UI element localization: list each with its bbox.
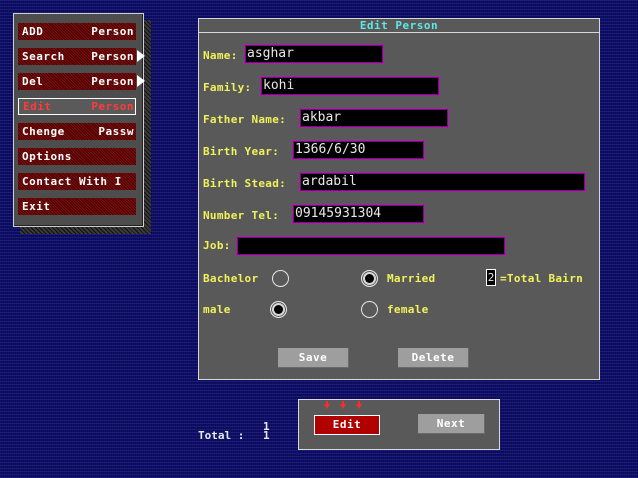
menu-item-options[interactable]: Options bbox=[18, 148, 136, 165]
birth-stead-label: Birth Stead: bbox=[203, 177, 287, 190]
married-radio[interactable] bbox=[361, 270, 378, 287]
edit-button[interactable]: Edit bbox=[314, 415, 380, 435]
menu-item-label: Options bbox=[22, 150, 72, 163]
main-menu: ADD Person Search Person Del Person Edit… bbox=[13, 13, 145, 227]
father-name-label: Father Name: bbox=[203, 113, 287, 126]
family-field[interactable]: kohi bbox=[260, 76, 440, 96]
menu-item-exit[interactable]: Exit bbox=[18, 198, 136, 215]
birth-year-label: Birth Year: bbox=[203, 145, 280, 158]
bachelor-radio[interactable] bbox=[272, 270, 289, 287]
menu-item-label: Del bbox=[22, 75, 44, 88]
submenu-arrow-icon bbox=[137, 75, 145, 87]
family-label: Family: bbox=[203, 81, 252, 94]
navigation-panel: Edit Next bbox=[298, 399, 500, 450]
menu-item-search-person[interactable]: Search Person bbox=[18, 48, 136, 65]
down-arrow-icon bbox=[356, 404, 362, 409]
total-label: Total : bbox=[198, 429, 245, 442]
menu-item-label: Search bbox=[22, 50, 65, 63]
delete-button[interactable]: Delete bbox=[398, 348, 469, 368]
number-tel-label: Number Tel: bbox=[203, 209, 280, 222]
father-name-field[interactable]: akbar bbox=[299, 108, 449, 128]
save-button[interactable]: Save bbox=[278, 348, 349, 368]
menu-item-label: Exit bbox=[22, 200, 51, 213]
down-arrow-icon bbox=[324, 404, 330, 409]
job-label: Job: bbox=[203, 239, 231, 252]
married-label: Married bbox=[387, 272, 436, 285]
menu-item-label: Person bbox=[91, 25, 134, 38]
down-arrow-icon bbox=[340, 404, 346, 409]
bachelor-label: Bachelor bbox=[203, 272, 259, 285]
male-radio[interactable] bbox=[270, 301, 287, 318]
female-radio[interactable] bbox=[361, 301, 378, 318]
job-field[interactable] bbox=[236, 236, 506, 256]
name-field[interactable]: asghar bbox=[244, 44, 384, 64]
menu-item-label: Person bbox=[91, 75, 134, 88]
edit-person-panel: Edit Person Name: asghar Family: kohi Fa… bbox=[198, 18, 600, 380]
menu-item-label: ADD bbox=[22, 25, 44, 38]
menu-item-label: Edit bbox=[23, 100, 52, 113]
menu-item-add-person[interactable]: ADD Person bbox=[18, 23, 136, 40]
menu-item-edit-person[interactable]: Edit Person bbox=[18, 98, 136, 115]
menu-item-label: Person bbox=[91, 100, 134, 113]
birth-year-field[interactable]: 1366/6/30 bbox=[292, 140, 425, 160]
menu-item-del-person[interactable]: Del Person bbox=[18, 73, 136, 90]
name-label: Name: bbox=[203, 49, 238, 62]
menu-item-label: Chenge bbox=[22, 125, 65, 138]
menu-item-label: Person bbox=[91, 50, 134, 63]
menu-item-change-password[interactable]: Chenge Passw bbox=[18, 123, 136, 140]
total-bairn-field[interactable]: 2 bbox=[486, 269, 496, 286]
total-bairn-label: =Total Bairn bbox=[500, 272, 584, 285]
male-label: male bbox=[203, 303, 231, 316]
next-button[interactable]: Next bbox=[418, 414, 485, 434]
submenu-arrow-icon bbox=[137, 50, 145, 62]
menu-item-label: Passw bbox=[98, 125, 134, 138]
menu-item-contact[interactable]: Contact With I bbox=[18, 173, 136, 190]
female-label: female bbox=[387, 303, 429, 316]
number-tel-field[interactable]: 09145931304 bbox=[292, 204, 425, 224]
birth-stead-field[interactable]: ardabil bbox=[299, 172, 586, 192]
total-record-count: 1 bbox=[263, 429, 270, 442]
panel-title: Edit Person bbox=[199, 19, 599, 33]
menu-item-label: Contact With I bbox=[22, 175, 122, 188]
